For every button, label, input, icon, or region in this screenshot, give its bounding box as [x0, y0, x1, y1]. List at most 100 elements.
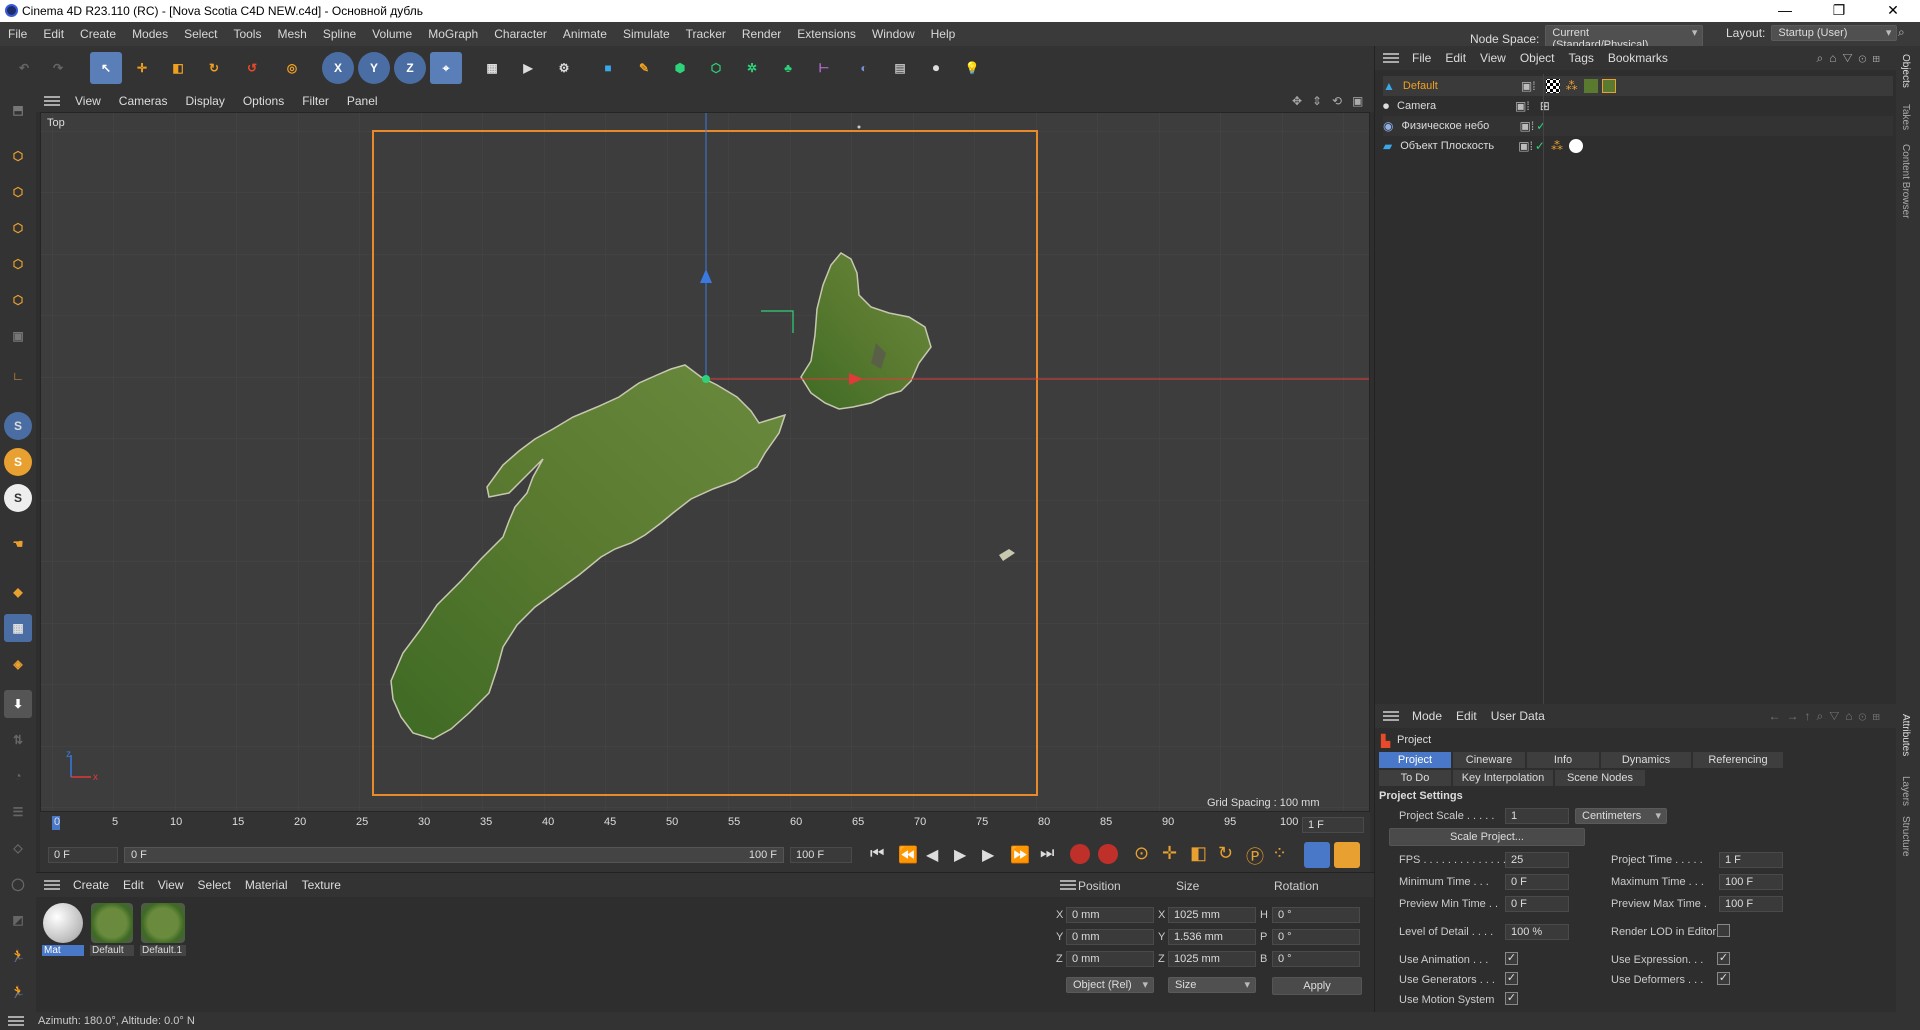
light-icon[interactable]: 💡	[956, 52, 988, 84]
go-to-start-icon[interactable]: ⏮	[870, 845, 884, 863]
size-x-field[interactable]: 1025 mm	[1168, 907, 1256, 923]
start-frame-field[interactable]: 0 F	[48, 847, 118, 863]
viewport-top[interactable]: Top z x Grid Spacing : 100 mm	[40, 112, 1370, 812]
x-axis-lock-icon[interactable]: X	[322, 52, 354, 84]
menu-edit[interactable]: Edit	[35, 27, 72, 41]
zoom-view-icon[interactable]: ⇕	[1312, 94, 1322, 108]
object-name[interactable]: Camera	[1397, 100, 1509, 112]
brush-icon[interactable]: ◯	[4, 870, 32, 898]
menu-mesh[interactable]: Mesh	[269, 27, 314, 41]
use-deformers-checkbox[interactable]: ✓	[1717, 972, 1730, 985]
object-row[interactable]: ▰ Объект Плоскость ▣⁞ ✓ ⁂	[1383, 136, 1893, 156]
tab-layers[interactable]: Layers	[1900, 776, 1911, 806]
layer-icon[interactable]: ◇	[4, 834, 32, 862]
go-to-end-icon[interactable]: ⏭	[1040, 845, 1054, 863]
close-button[interactable]: ✕	[1870, 0, 1916, 22]
size-z-field[interactable]: 1025 mm	[1168, 951, 1256, 967]
preview-min-field[interactable]: 0 F	[1505, 896, 1569, 912]
tab-scene-nodes[interactable]: Scene Nodes	[1555, 770, 1645, 786]
y-axis-lock-icon[interactable]: Y	[358, 52, 390, 84]
menu-select[interactable]: Select	[176, 27, 225, 41]
tab-content-browser[interactable]: Content Browser	[1900, 144, 1911, 218]
object-menu-bookmarks[interactable]: Bookmarks	[1601, 51, 1675, 65]
attribute-nav-icons[interactable]: ←→↑⌕▽⌂⊙⊞	[1768, 709, 1886, 724]
uv-mode-icon[interactable]: ▣	[4, 322, 32, 350]
character-walk-icon[interactable]: 🏃	[4, 978, 32, 1006]
object-name[interactable]: Default	[1403, 80, 1515, 92]
move-tool-icon[interactable]: ✛	[126, 52, 158, 84]
align-icon[interactable]: ⇅	[4, 726, 32, 754]
tab-attributes[interactable]: Attributes	[1900, 714, 1911, 756]
end-frame-field[interactable]: 100 F	[790, 847, 852, 863]
pan-view-icon[interactable]: ✥	[1292, 94, 1302, 108]
viewport-menu-options[interactable]: Options	[234, 94, 293, 108]
object-menu-edit[interactable]: Edit	[1438, 51, 1473, 65]
object-menu-icon[interactable]	[1383, 53, 1399, 63]
redo-icon[interactable]: ↷	[42, 52, 74, 84]
character-run-icon[interactable]: 🏃	[4, 942, 32, 970]
menu-volume[interactable]: Volume	[364, 27, 420, 41]
key-pla-icon[interactable]: ⁘	[1272, 843, 1287, 864]
pen-spline-icon[interactable]: ✎	[628, 52, 660, 84]
visibility-icon[interactable]: ▣⁞	[1519, 119, 1534, 133]
material-tag-selected-icon[interactable]	[1601, 79, 1616, 93]
material-swatch[interactable]: Mat	[42, 903, 84, 959]
tab-key-interpolation[interactable]: Key Interpolation	[1453, 770, 1553, 786]
viewport-menu-cameras[interactable]: Cameras	[110, 94, 177, 108]
timeline-ruler[interactable]: 0 5 10 15 20 25 30 35 40 45 50 55 60 65 …	[40, 812, 1370, 838]
menu-character[interactable]: Character	[486, 27, 555, 41]
use-expression-checkbox[interactable]: ✓	[1717, 952, 1730, 965]
use-motion-checkbox[interactable]: ✓	[1505, 992, 1518, 1005]
timeline-window-icon[interactable]	[1334, 842, 1360, 868]
project-scale-field[interactable]: 1	[1505, 808, 1569, 824]
rotate-tool-icon[interactable]: ↻	[198, 52, 230, 84]
axis-mode-icon[interactable]: ∟	[4, 362, 32, 390]
object-row[interactable]: ⏺ Camera ▣⁞ ⊞	[1383, 96, 1893, 116]
material-menu-icon[interactable]	[44, 880, 60, 890]
menu-tools[interactable]: Tools	[225, 27, 269, 41]
phong-tag-icon[interactable]: ⁂	[1551, 139, 1563, 153]
use-animation-checkbox[interactable]: ✓	[1505, 952, 1518, 965]
viewport-menu-filter[interactable]: Filter	[293, 94, 338, 108]
object-name[interactable]: Объект Плоскость	[1400, 140, 1512, 152]
max-time-field[interactable]: 100 F	[1719, 874, 1783, 890]
current-frame-field[interactable]: 1 F	[1302, 817, 1364, 833]
next-frame-icon[interactable]: ▶	[982, 845, 994, 865]
subdivision-generator-icon[interactable]: ⬢	[664, 52, 696, 84]
material-menu-texture[interactable]: Texture	[295, 878, 348, 892]
select-tool-icon[interactable]: ↖	[90, 52, 122, 84]
minimize-button[interactable]: —	[1762, 0, 1808, 22]
camera-tag-icon[interactable]: ⊞	[1540, 99, 1550, 113]
menu-animate[interactable]: Animate	[555, 27, 615, 41]
tab-project-settings[interactable]: Project Settings	[1379, 752, 1451, 782]
key-scale-icon[interactable]: ◧	[1190, 843, 1207, 864]
material-menu-edit[interactable]: Edit	[116, 878, 151, 892]
key-rotation-icon[interactable]: ↻	[1218, 843, 1233, 864]
object-menu-tags[interactable]: Tags	[1562, 51, 1601, 65]
cube-object-icon[interactable]: ■	[592, 52, 624, 84]
rotation-p-field[interactable]: 0 °	[1272, 929, 1360, 945]
texture-mode-icon[interactable]: ⬡	[4, 178, 32, 206]
rotation-b-field[interactable]: 0 °	[1272, 951, 1360, 967]
scale-unit-dropdown[interactable]: Centimeters	[1575, 808, 1667, 824]
tab-referencing[interactable]: Referencing	[1693, 752, 1783, 768]
viewport-menu-icon[interactable]	[44, 96, 60, 106]
viewport-menu-view[interactable]: View	[66, 94, 110, 108]
position-z-field[interactable]: 0 mm	[1066, 951, 1154, 967]
tab-dynamics[interactable]: Dynamics	[1601, 752, 1691, 768]
scale-project-button[interactable]: Scale Project...	[1389, 828, 1585, 846]
coordinate-system-icon[interactable]: ◎	[276, 52, 308, 84]
locked-workplane-icon[interactable]: ◈	[4, 650, 32, 678]
attribute-menu-mode[interactable]: Mode	[1405, 709, 1449, 723]
tab-structure[interactable]: Structure	[1900, 816, 1911, 857]
model-mode-icon[interactable]: ⬡	[4, 142, 32, 170]
material-swatch[interactable]: Default	[90, 903, 134, 959]
points-mode-icon[interactable]: ⬡	[4, 214, 32, 242]
use-generators-checkbox[interactable]: ✓	[1505, 972, 1518, 985]
search-icon[interactable]: ⌕	[1898, 25, 1905, 40]
coordinate-mode-dropdown[interactable]: Object (Rel)	[1066, 977, 1154, 993]
apply-button[interactable]: Apply	[1272, 977, 1362, 995]
preview-max-field[interactable]: 100 F	[1719, 896, 1783, 912]
material-swatch[interactable]: Default.1	[140, 903, 186, 959]
attribute-menu-icon[interactable]	[1383, 711, 1399, 721]
